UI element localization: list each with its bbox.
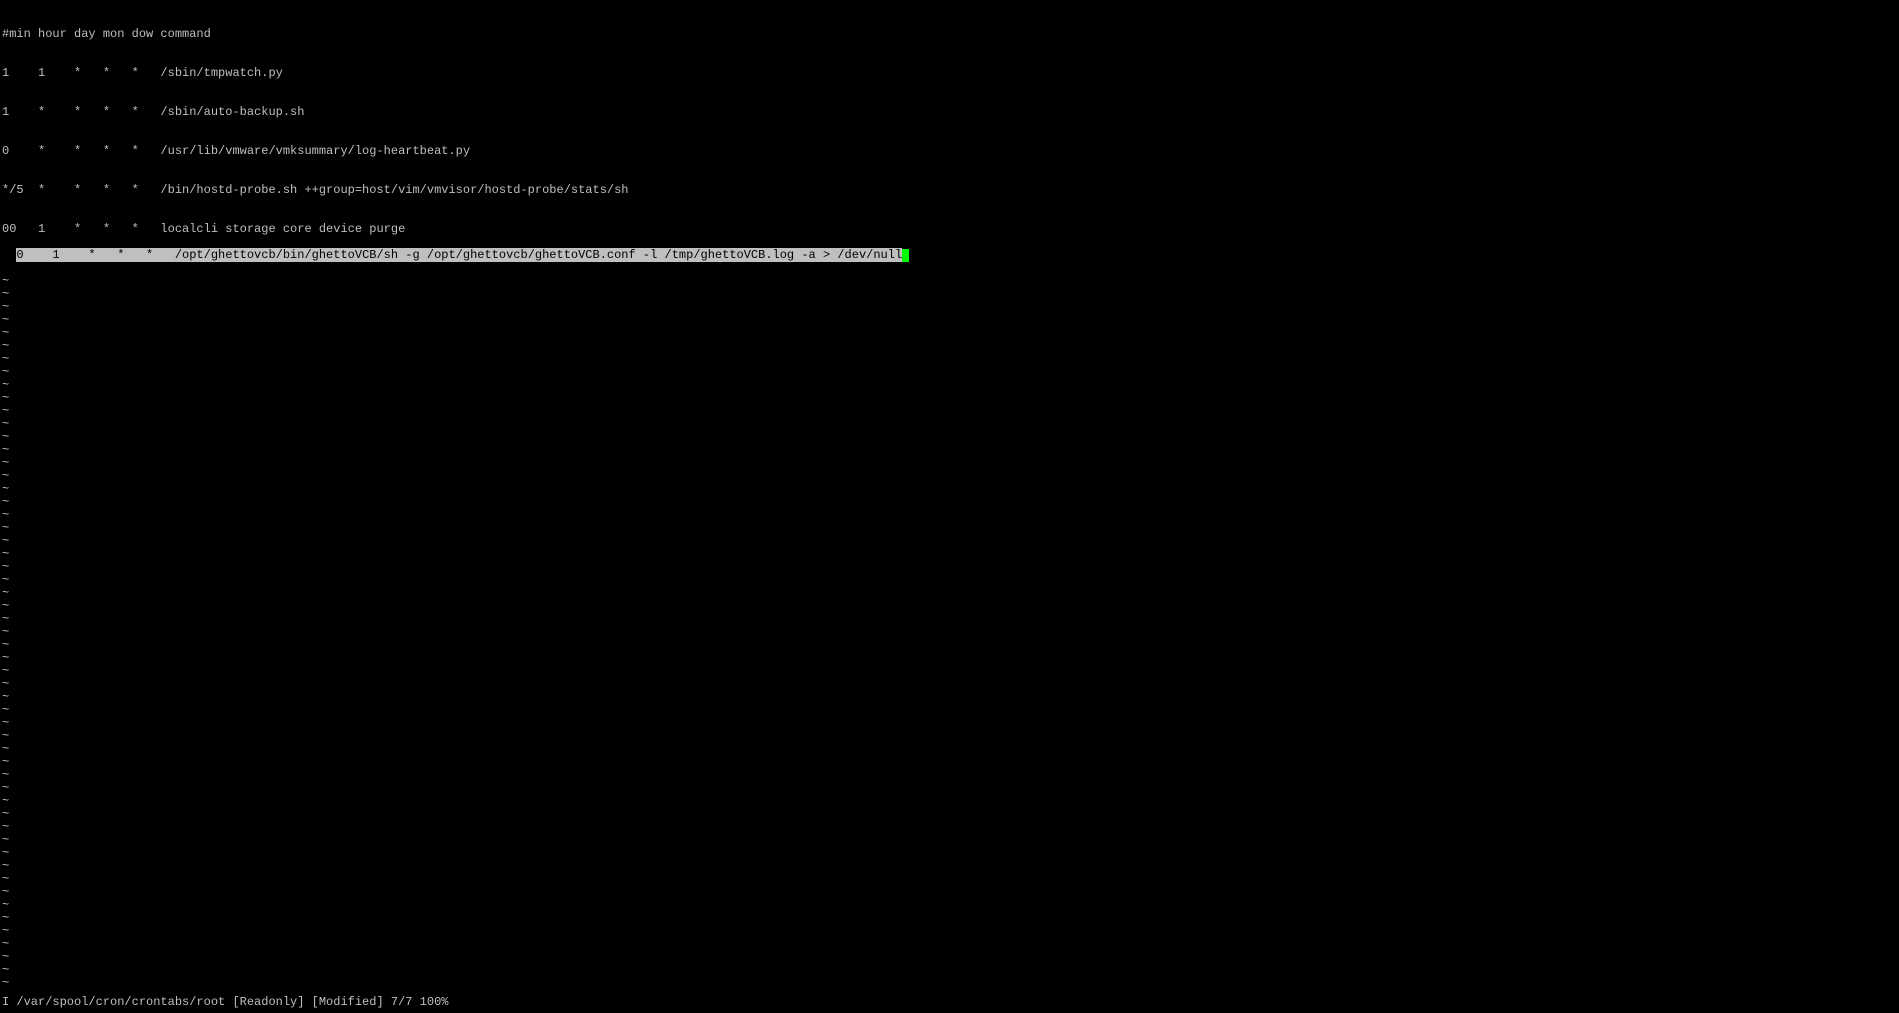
empty-line-tilde: ~ (2, 652, 1899, 665)
empty-line-tilde: ~ (2, 418, 1899, 431)
empty-line-tilde: ~ (2, 639, 1899, 652)
empty-line-tilde: ~ (2, 847, 1899, 860)
empty-line-tilde: ~ (2, 574, 1899, 587)
empty-line-tilde: ~ (2, 886, 1899, 899)
empty-line-tilde: ~ (2, 769, 1899, 782)
empty-line-tilde: ~ (2, 444, 1899, 457)
editor-content[interactable]: #min hour day mon dow command 1 1 * * * … (2, 2, 1899, 1003)
empty-line-tilde: ~ (2, 613, 1899, 626)
empty-line-tilde: ~ (2, 327, 1899, 340)
empty-line-tilde: ~ (2, 665, 1899, 678)
empty-line-tilde: ~ (2, 925, 1899, 938)
empty-line-tilde: ~ (2, 587, 1899, 600)
status-bar: I /var/spool/cron/crontabs/root [Readonl… (2, 996, 448, 1009)
empty-line-tilde: ~ (2, 509, 1899, 522)
empty-line-tilde: ~ (2, 366, 1899, 379)
empty-line-tilde: ~ (2, 561, 1899, 574)
empty-line-tilde: ~ (2, 717, 1899, 730)
empty-line-tilde: ~ (2, 704, 1899, 717)
file-line: 00 1 * * * localcli storage core device … (2, 223, 1899, 236)
empty-line-tilde: ~ (2, 314, 1899, 327)
empty-line-tilde: ~ (2, 964, 1899, 977)
empty-line-tilde: ~ (2, 951, 1899, 964)
empty-line-tilde: ~ (2, 743, 1899, 756)
empty-line-tilde: ~ (2, 821, 1899, 834)
empty-line-tilde: ~ (2, 275, 1899, 288)
file-line: 1 1 * * * /sbin/tmpwatch.py (2, 67, 1899, 80)
empty-line-tilde: ~ (2, 730, 1899, 743)
file-line: 1 * * * * /sbin/auto-backup.sh (2, 106, 1899, 119)
empty-line-tilde: ~ (2, 496, 1899, 509)
empty-line-tilde: ~ (2, 301, 1899, 314)
empty-line-tilde: ~ (2, 548, 1899, 561)
empty-line-tilde: ~ (2, 691, 1899, 704)
empty-line-tilde: ~ (2, 860, 1899, 873)
file-line: 0 * * * * /usr/lib/vmware/vmksummary/log… (2, 145, 1899, 158)
empty-line-tilde: ~ (2, 834, 1899, 847)
empty-line-tilde: ~ (2, 912, 1899, 925)
empty-line-tilde: ~ (2, 353, 1899, 366)
empty-line-tilde: ~ (2, 379, 1899, 392)
cursor (902, 249, 909, 262)
empty-line-tilde: ~ (2, 405, 1899, 418)
empty-line-tilde: ~ (2, 977, 1899, 990)
empty-line-tilde: ~ (2, 678, 1899, 691)
empty-line-tilde: ~ (2, 600, 1899, 613)
empty-line-tilde: ~ (2, 431, 1899, 444)
file-line: #min hour day mon dow command (2, 28, 1899, 41)
highlighted-text: 0 1 * * * /opt/ghettovcb/bin/ghettoVCB/s… (16, 248, 902, 262)
empty-line-tilde: ~ (2, 392, 1899, 405)
empty-line-tilde: ~ (2, 535, 1899, 548)
empty-line-tilde: ~ (2, 782, 1899, 795)
empty-line-tilde: ~ (2, 457, 1899, 470)
empty-line-tilde: ~ (2, 470, 1899, 483)
current-line: 0 1 * * * /opt/ghettovcb/bin/ghettoVCB/s… (16, 249, 909, 262)
empty-line-tilde: ~ (2, 795, 1899, 808)
empty-line-tilde: ~ (2, 938, 1899, 951)
empty-line-tilde: ~ (2, 899, 1899, 912)
empty-lines-container: ~~~~~~~~~~~~~~~~~~~~~~~~~~~~~~~~~~~~~~~~… (2, 275, 1899, 990)
empty-line-tilde: ~ (2, 340, 1899, 353)
empty-line-tilde: ~ (2, 626, 1899, 639)
empty-line-tilde: ~ (2, 873, 1899, 886)
empty-line-tilde: ~ (2, 522, 1899, 535)
empty-line-tilde: ~ (2, 756, 1899, 769)
empty-line-tilde: ~ (2, 288, 1899, 301)
empty-line-tilde: ~ (2, 483, 1899, 496)
empty-line-tilde: ~ (2, 808, 1899, 821)
file-line: */5 * * * * /bin/hostd-probe.sh ++group=… (2, 184, 1899, 197)
